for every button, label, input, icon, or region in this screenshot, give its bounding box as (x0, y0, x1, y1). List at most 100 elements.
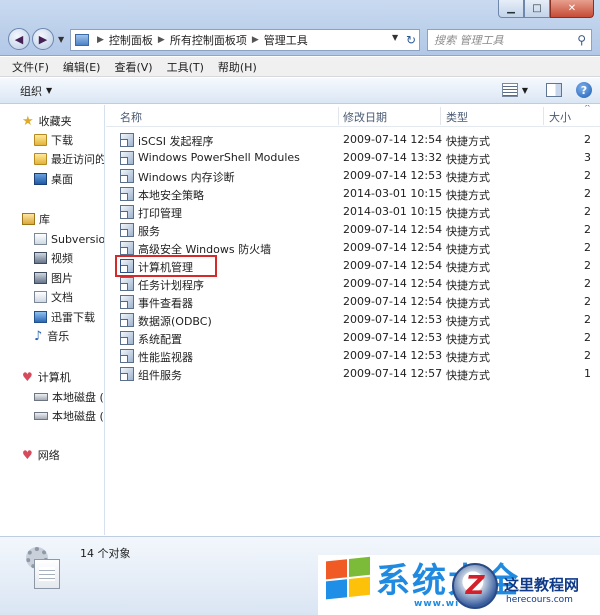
file-row-services[interactable]: 服务 2009-07-14 12:54 快捷方式 2 (106, 221, 600, 239)
nav-item-videos[interactable]: 视频 (34, 249, 73, 267)
close-button[interactable]: ✕ (550, 0, 594, 18)
pictures-icon (34, 272, 47, 284)
file-date: 2014-03-01 10:15 (343, 205, 443, 218)
breadcrumb-control-panel[interactable]: 控制面板 (109, 32, 153, 48)
nav-item-local-disk-c[interactable]: 本地磁盘 (C (34, 388, 104, 406)
column-size[interactable]: 大小 (549, 109, 571, 125)
change-view-icon[interactable] (501, 83, 518, 97)
file-name: 本地安全策略 (138, 189, 204, 202)
column-divider[interactable] (440, 107, 441, 125)
file-row-component-services[interactable]: 组件服务 2009-07-14 12:57 快捷方式 1 (106, 365, 600, 383)
file-type: 快捷方式 (446, 279, 490, 292)
file-size: 2 (584, 187, 591, 200)
file-type: 快捷方式 (446, 315, 490, 328)
file-row-event-viewer[interactable]: 事件查看器 2009-07-14 12:54 快捷方式 2 (106, 293, 600, 311)
nav-item-recent[interactable]: 最近访问的 (34, 150, 104, 168)
breadcrumb-separator[interactable]: ▶ (252, 35, 259, 45)
file-row-system-configuration[interactable]: 系统配置 2009-07-14 12:53 快捷方式 2 (106, 329, 600, 347)
address-dropdown[interactable]: ▼ (392, 33, 398, 42)
file-row-iscsi[interactable]: iSCSI 发起程序 2009-07-14 12:54 快捷方式 2 (106, 131, 600, 149)
nav-item-pictures[interactable]: 图片 (34, 269, 73, 287)
library-icon (22, 213, 35, 225)
performance-monitor-icon (120, 349, 134, 363)
menu-edit[interactable]: 编辑(E) (63, 59, 101, 75)
nav-favorites[interactable]: ★ 收藏夹 (22, 112, 72, 130)
view-dropdown-icon[interactable]: ▼ (522, 86, 528, 95)
documents-icon (34, 291, 47, 303)
file-row-odbc[interactable]: 数据源(ODBC) 2009-07-14 12:53 快捷方式 2 (106, 311, 600, 329)
thunder-download-icon (34, 311, 47, 323)
file-date: 2014-03-01 10:15 (343, 187, 443, 200)
watermark-brand: 系统大全 (376, 561, 520, 601)
column-divider[interactable] (338, 107, 339, 125)
firewall-icon (120, 241, 134, 255)
breadcrumb-all-items[interactable]: 所有控制面板项 (170, 32, 247, 48)
organize-dropdown-icon: ▼ (46, 86, 53, 95)
file-name: Windows 内存诊断 (138, 171, 235, 184)
column-type[interactable]: 类型 (446, 109, 468, 125)
search-input[interactable]: 搜索 管理工具 ⚲ (427, 29, 592, 51)
file-row-performance-monitor[interactable]: 性能监视器 2009-07-14 12:53 快捷方式 2 (106, 347, 600, 365)
file-type: 快捷方式 (446, 225, 490, 238)
back-button[interactable]: ◀ (8, 28, 30, 50)
videos-icon (34, 252, 47, 264)
organize-button[interactable]: 组织 (20, 83, 42, 99)
breadcrumb-separator[interactable]: ▶ (158, 35, 165, 45)
window-controls: ▁ □ ✕ (498, 0, 594, 18)
navigation-pane: ★ 收藏夹 下载 最近访问的 桌面 库 Subversion 视频 图片 文档 … (0, 105, 105, 535)
nav-computer[interactable]: ♥ 计算机 (22, 368, 71, 386)
nav-label: 库 (39, 213, 50, 226)
recent-pages-dropdown[interactable]: ▼ (58, 35, 64, 44)
nav-network[interactable]: ♥ 网络 (22, 446, 60, 464)
forward-button[interactable]: ▶ (32, 28, 54, 50)
nav-item-documents[interactable]: 文档 (34, 288, 73, 306)
file-row-local-security-policy[interactable]: 本地安全策略 2014-03-01 10:15 快捷方式 2 (106, 185, 600, 203)
nav-item-subversion[interactable]: Subversion (34, 230, 104, 248)
column-divider[interactable] (543, 107, 544, 125)
computer-heart-icon: ♥ (22, 370, 33, 384)
maximize-button[interactable]: □ (524, 0, 550, 18)
file-name: 数据源(ODBC) (138, 315, 212, 328)
file-row-memory-diagnostic[interactable]: Windows 内存诊断 2009-07-14 12:53 快捷方式 2 (106, 167, 600, 185)
file-row-computer-management[interactable]: 计算机管理 2009-07-14 12:54 快捷方式 2 (106, 257, 600, 275)
column-date[interactable]: 修改日期 (343, 109, 387, 125)
refresh-icon[interactable]: ↻ (406, 33, 416, 47)
help-icon[interactable]: ? (576, 82, 592, 98)
nav-item-local-disk-d[interactable]: 本地磁盘 (D (34, 407, 104, 425)
nav-label: 计算机 (37, 371, 71, 384)
print-management-icon (120, 205, 134, 219)
nav-label: 迅雷下载 (51, 311, 95, 324)
menu-view[interactable]: 查看(V) (114, 59, 152, 75)
column-name[interactable]: 名称 (120, 109, 142, 125)
nav-item-music[interactable]: ♪ 音乐 (34, 327, 69, 345)
address-bar[interactable]: ▶ 控制面板 ▶ 所有控制面板项 ▶ 管理工具 (70, 29, 420, 51)
file-size: 2 (584, 223, 591, 236)
file-row-firewall[interactable]: 高级安全 Windows 防火墙 2009-07-14 12:54 快捷方式 2 (106, 239, 600, 257)
menu-file[interactable]: 文件(F) (12, 59, 49, 75)
search-icon[interactable]: ⚲ (577, 33, 586, 47)
system-configuration-icon (120, 331, 134, 345)
file-size: 2 (584, 133, 591, 146)
file-size: 2 (584, 169, 591, 182)
nav-label: 图片 (51, 272, 73, 285)
file-name: 组件服务 (138, 369, 182, 382)
services-icon (120, 223, 134, 237)
menu-tools[interactable]: 工具(T) (167, 59, 204, 75)
nav-item-downloads[interactable]: 下载 (34, 131, 73, 149)
nav-libraries[interactable]: 库 (22, 210, 50, 228)
nav-label: 网络 (37, 449, 60, 462)
file-row-print-management[interactable]: 打印管理 2014-03-01 10:15 快捷方式 2 (106, 203, 600, 221)
nav-item-desktop[interactable]: 桌面 (34, 170, 73, 188)
file-row-powershell-modules[interactable]: Windows PowerShell Modules 2009-07-14 13… (106, 149, 600, 167)
preview-pane-icon[interactable] (546, 83, 562, 97)
file-size: 1 (584, 367, 591, 380)
nav-item-thunder-downloads[interactable]: 迅雷下载 (34, 308, 95, 326)
menu-help[interactable]: 帮助(H) (218, 59, 257, 75)
file-row-task-scheduler[interactable]: 任务计划程序 2009-07-14 12:54 快捷方式 2 (106, 275, 600, 293)
title-bar: ▁ □ ✕ ◀ ▶ ▼ ▶ 控制面板 ▶ 所有控制面板项 ▶ 管理工具 ▼ ↻ … (0, 0, 600, 56)
file-date: 2009-07-14 12:53 (343, 331, 443, 344)
breadcrumb-separator[interactable]: ▶ (97, 35, 104, 45)
hard-disk-icon (34, 412, 48, 420)
minimize-button[interactable]: ▁ (498, 0, 524, 18)
breadcrumb-admin-tools[interactable]: 管理工具 (264, 32, 308, 48)
